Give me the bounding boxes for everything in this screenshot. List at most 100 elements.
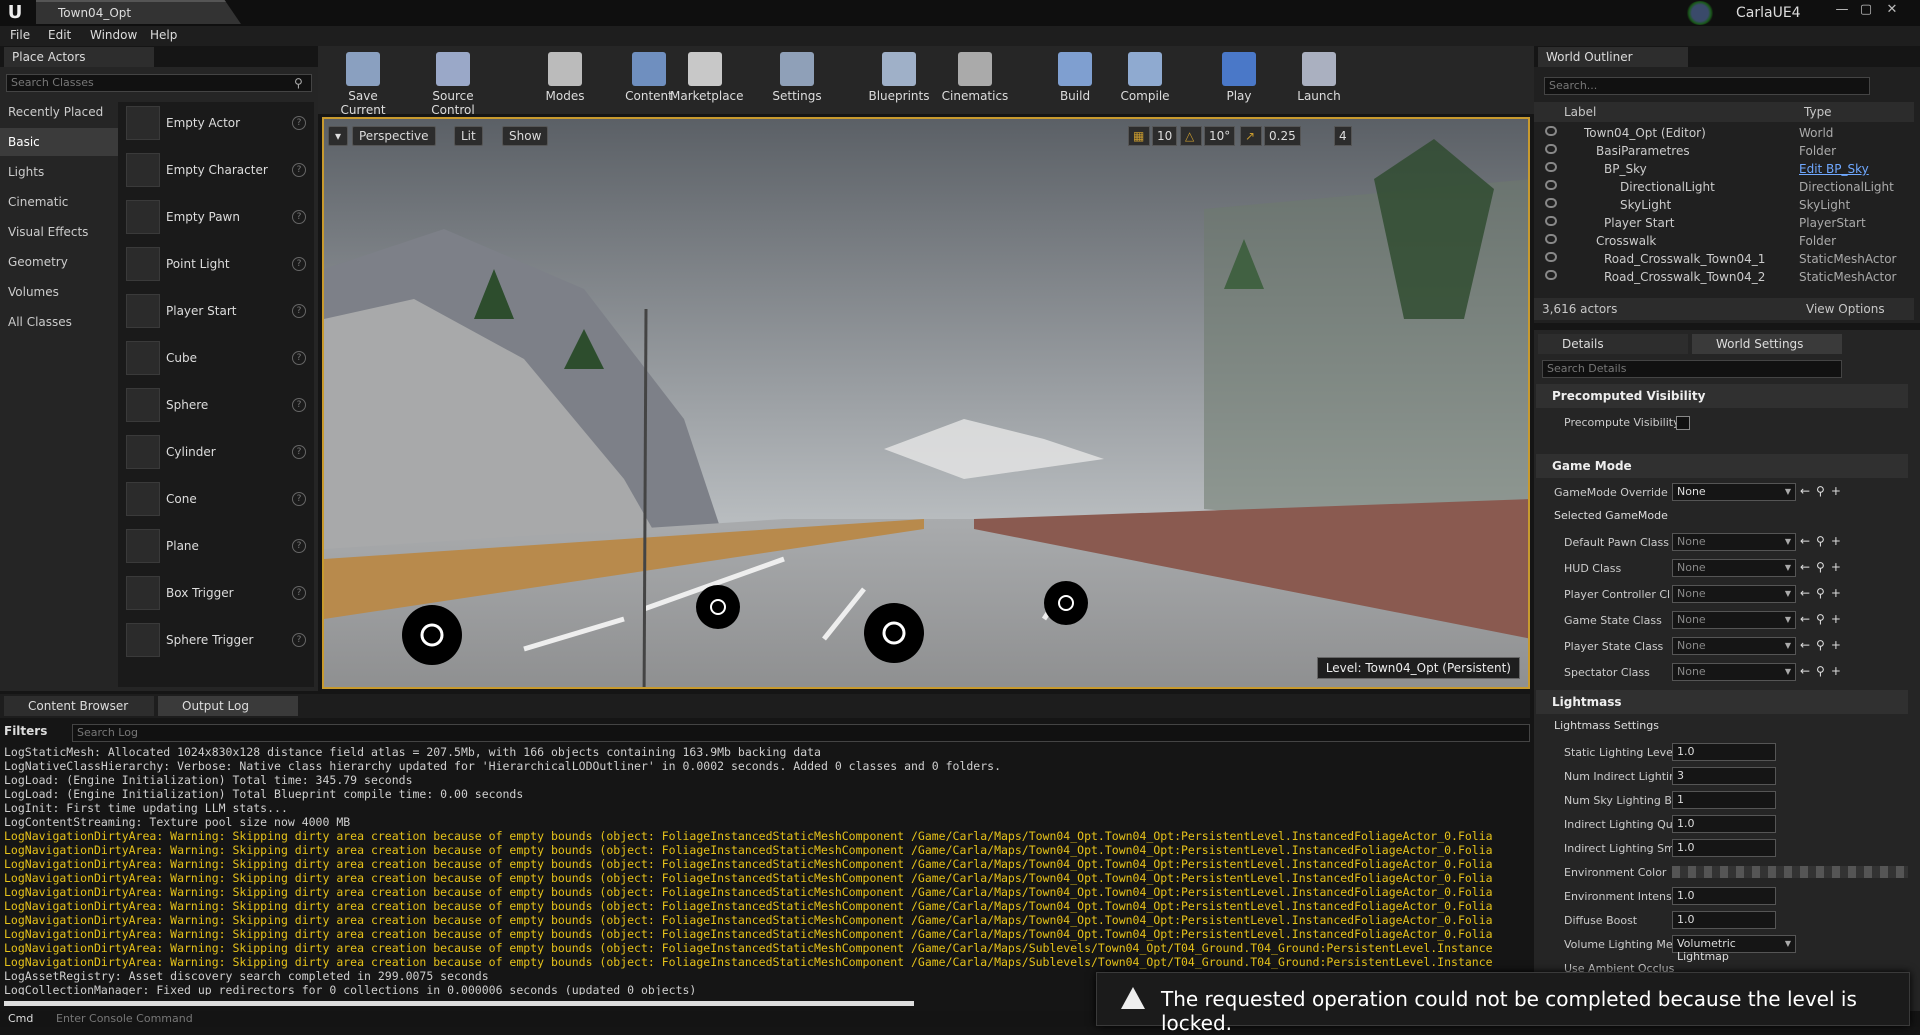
numeric-input[interactable]: 1 (1672, 791, 1776, 809)
view-options-button[interactable]: View Options (1806, 302, 1885, 316)
category-visual-effects[interactable]: Visual Effects (0, 218, 118, 246)
menu-help[interactable]: Help (150, 28, 177, 42)
grid-snap-value[interactable]: 10 (1152, 126, 1178, 146)
document-tab[interactable]: Town04_Opt (36, 0, 241, 24)
section-lightmass[interactable]: Lightmass (1536, 690, 1908, 714)
rotation-snap-value[interactable]: 10° (1204, 126, 1236, 146)
section-precomputed-visibility[interactable]: Precomputed Visibility (1536, 384, 1908, 408)
selected-gamemode-header[interactable]: Selected GameMode (1536, 506, 1908, 526)
output-log-tab[interactable]: Output Log (158, 696, 298, 716)
prop-actions[interactable]: ←⚲+ (1800, 664, 1847, 678)
help-icon[interactable]: ? (292, 398, 306, 412)
visibility-eye-icon[interactable] (1545, 162, 1557, 172)
place-actors-tab[interactable]: Place Actors (4, 47, 154, 67)
class-dropdown[interactable]: None (1672, 533, 1796, 551)
actor-item[interactable]: Player Start? (122, 290, 314, 334)
outliner-row-type[interactable]: Edit BP_Sky (1799, 162, 1869, 176)
outliner-row[interactable]: Road_Crosswalk_Town04_2 StaticMeshActor (1534, 268, 1900, 286)
close-icon[interactable]: ✕ (1882, 2, 1902, 20)
visibility-eye-icon[interactable] (1545, 126, 1557, 136)
volume-lighting-dropdown[interactable]: Volumetric Lightmap (1672, 935, 1796, 963)
camera-speed-value[interactable]: 4 (1334, 126, 1352, 146)
help-icon[interactable]: ? (292, 351, 306, 365)
class-dropdown[interactable]: None (1672, 637, 1796, 655)
help-icon[interactable]: ? (292, 116, 306, 130)
numeric-input[interactable]: 3 (1672, 767, 1776, 785)
toolbar-play-button[interactable]: Play (1204, 48, 1274, 110)
menu-window[interactable]: Window (90, 28, 137, 42)
actor-item[interactable]: Point Light? (122, 243, 314, 287)
menu-file[interactable]: File (10, 28, 30, 42)
category-recently-placed[interactable]: Recently Placed (0, 98, 118, 126)
class-dropdown[interactable]: None (1672, 663, 1796, 681)
class-dropdown[interactable]: None (1672, 611, 1796, 629)
class-dropdown[interactable]: None (1672, 585, 1796, 603)
numeric-input[interactable]: 1.0 (1672, 887, 1776, 905)
outliner-row[interactable]: Player Start PlayerStart (1534, 214, 1900, 232)
label-column-header[interactable]: Label (1564, 105, 1596, 119)
scale-snap-icon[interactable]: ↗ (1240, 126, 1262, 146)
show-button[interactable]: Show (502, 126, 549, 146)
actor-item[interactable]: Cube? (122, 337, 314, 381)
prop-actions[interactable]: ←⚲+ (1800, 612, 1847, 626)
category-volumes[interactable]: Volumes (0, 278, 118, 306)
outliner-row[interactable]: SkyLight SkyLight (1534, 196, 1900, 214)
viewport-options-button[interactable]: ▾ (328, 126, 348, 146)
maximize-icon[interactable]: ▢ (1856, 2, 1876, 20)
level-viewport[interactable]: ▾ Perspective Lit Show ▦ 10 △ 10° ↗ 0.25… (322, 117, 1530, 689)
log-scrollbar[interactable] (4, 1001, 914, 1006)
actor-item[interactable]: Empty Actor? (122, 102, 314, 146)
actor-item[interactable]: Sphere? (122, 384, 314, 428)
toolbar-settings-button[interactable]: Settings (762, 48, 832, 110)
toolbar-build-button[interactable]: Build (1040, 48, 1110, 110)
toolbar-marketplace-button[interactable]: Marketplace (670, 48, 744, 110)
precompute-checkbox[interactable] (1676, 416, 1690, 430)
log-search-input[interactable]: Search Log (72, 724, 1530, 742)
category-lights[interactable]: Lights (0, 158, 118, 186)
actor-item[interactable]: Plane? (122, 525, 314, 569)
visibility-eye-icon[interactable] (1545, 144, 1557, 154)
numeric-input[interactable]: 1.0 (1672, 743, 1776, 761)
console-input[interactable]: Enter Console Command (56, 1012, 193, 1025)
world-settings-tab[interactable]: World Settings (1692, 334, 1842, 354)
filters-button[interactable]: Filters (4, 724, 64, 742)
toolbar-cinematics-button[interactable]: Cinematics (940, 48, 1010, 110)
toolbar-source-control-button[interactable]: Source Control (410, 48, 496, 117)
help-icon[interactable]: ? (292, 586, 306, 600)
category-basic[interactable]: Basic (0, 128, 118, 156)
toolbar-save-current-button[interactable]: Save Current (328, 48, 398, 117)
numeric-input[interactable]: 1.0 (1672, 839, 1776, 857)
section-game-mode[interactable]: Game Mode (1536, 454, 1908, 478)
content-browser-tab[interactable]: Content Browser (4, 696, 154, 716)
visibility-eye-icon[interactable] (1545, 234, 1557, 244)
scale-snap-value[interactable]: 0.25 (1264, 126, 1301, 146)
prop-actions[interactable]: ←⚲+ (1800, 638, 1847, 652)
outliner-row[interactable]: DirectionalLight DirectionalLight (1534, 178, 1900, 196)
perspective-button[interactable]: Perspective (352, 126, 436, 146)
grid-snap-icon[interactable]: ▦ (1128, 126, 1150, 146)
actor-item[interactable]: Box Trigger? (122, 572, 314, 616)
outliner-row[interactable]: Town04_Opt (Editor) World (1534, 124, 1900, 142)
prop-actions[interactable]: ←⚲+ (1800, 484, 1847, 498)
visibility-eye-icon[interactable] (1545, 252, 1557, 262)
gamemode-dropdown[interactable]: None (1672, 483, 1796, 501)
toolbar-blueprints-button[interactable]: Blueprints (864, 48, 934, 110)
category-geometry[interactable]: Geometry (0, 248, 118, 276)
visibility-eye-icon[interactable] (1545, 180, 1557, 190)
actor-item[interactable]: Cone? (122, 478, 314, 522)
console-cmd-dropdown[interactable]: Cmd (8, 1012, 33, 1025)
rotation-snap-icon[interactable]: △ (1180, 126, 1202, 146)
visibility-eye-icon[interactable] (1545, 270, 1557, 280)
lightmass-settings-header[interactable]: Lightmass Settings (1536, 716, 1908, 736)
toolbar-compile-button[interactable]: Compile (1110, 48, 1180, 110)
help-icon[interactable]: ? (292, 210, 306, 224)
outliner-row[interactable]: Crosswalk Folder (1534, 232, 1900, 250)
help-icon[interactable]: ? (292, 257, 306, 271)
help-icon[interactable]: ? (292, 492, 306, 506)
help-icon[interactable]: ? (292, 633, 306, 647)
world-outliner-tab[interactable]: World Outliner (1538, 47, 1688, 67)
actor-item[interactable]: Empty Pawn? (122, 196, 314, 240)
outliner-row[interactable]: BP_Sky Edit BP_Sky (1534, 160, 1900, 178)
help-icon[interactable]: ? (292, 163, 306, 177)
numeric-input[interactable]: 1.0 (1672, 815, 1776, 833)
